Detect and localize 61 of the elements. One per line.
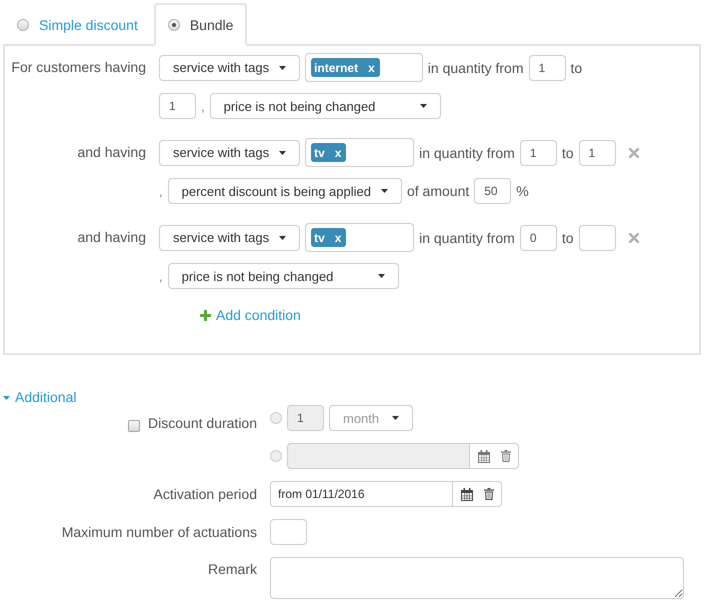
tag-input-field[interactable]: tv x <box>305 138 414 167</box>
number-field[interactable]: 1 <box>528 54 566 80</box>
radio-icon <box>17 18 29 30</box>
number-field[interactable] <box>578 224 616 250</box>
condition-label: and having <box>76 228 146 247</box>
comma-separator: , <box>159 268 163 284</box>
number-field[interactable]: 1 <box>159 93 196 119</box>
tag-remove-link[interactable]: x <box>368 60 375 74</box>
remove-icon[interactable] <box>629 148 639 158</box>
condition-text: in quantity from <box>419 144 515 160</box>
condition-dropdown[interactable]: service with tags <box>159 224 300 250</box>
remove-icon[interactable] <box>629 232 639 242</box>
date-field[interactable]: from 01/11/2016 <box>270 481 453 507</box>
trash-icon[interactable] <box>500 450 510 462</box>
tag-remove-link[interactable]: x <box>334 146 342 160</box>
tab[interactable]: Bundle <box>154 3 248 46</box>
number-field[interactable]: 1 <box>520 140 557 166</box>
number-field[interactable] <box>270 519 307 545</box>
condition-text: in quantity from <box>419 230 515 246</box>
radio-icon <box>168 18 180 30</box>
tag-label: internet <box>314 60 358 74</box>
caret-icon <box>392 416 399 420</box>
calendar-icon[interactable] <box>478 450 490 462</box>
condition-label: and having <box>76 143 146 162</box>
condition-text: of amount <box>406 183 470 199</box>
condition-dropdown[interactable]: service with tags <box>159 54 300 80</box>
number-field[interactable]: 50 <box>474 178 512 204</box>
number-field[interactable]: 1 <box>578 140 616 166</box>
condition-text: to <box>570 60 582 76</box>
caret-icon <box>378 274 385 278</box>
tag-input-field[interactable]: tv x <box>305 223 414 252</box>
comma-separator: , <box>159 184 163 198</box>
action-dropdown[interactable]: price is not being changed <box>210 93 441 119</box>
tag-label: tv <box>314 146 325 160</box>
caret-icon <box>279 150 286 154</box>
checkbox[interactable] <box>128 420 140 432</box>
number-field[interactable]: 0 <box>520 224 557 250</box>
field-label: Maximum number of actuations <box>62 524 257 540</box>
comma-separator: , <box>201 98 205 114</box>
field-label: Activation period <box>153 486 257 502</box>
field-label: Discount duration <box>148 415 257 431</box>
condition-text: % <box>516 183 529 199</box>
condition-text: in quantity from <box>428 60 524 76</box>
caret-icon <box>380 189 388 193</box>
tag-label: tv <box>314 230 325 244</box>
calendar-icon[interactable] <box>460 488 472 500</box>
caret-icon <box>420 104 427 108</box>
plus-icon <box>200 310 211 320</box>
caret-icon <box>279 66 286 70</box>
field-label: Remark <box>208 561 257 577</box>
condition-dropdown[interactable]: service with tags <box>159 140 300 166</box>
tag-remove-link[interactable]: x <box>334 230 342 244</box>
condition-label: For customers having <box>10 58 146 77</box>
action-dropdown[interactable]: percent discount is being applied <box>168 178 402 204</box>
caret-icon <box>279 236 286 240</box>
trash-icon[interactable] <box>484 488 494 500</box>
condition-text: to <box>562 230 574 246</box>
condition-text: to <box>562 144 574 160</box>
tag-input-field[interactable]: internet x <box>305 53 423 82</box>
action-dropdown[interactable]: price is not being changed <box>168 263 399 289</box>
remark-textarea[interactable] <box>270 557 684 599</box>
